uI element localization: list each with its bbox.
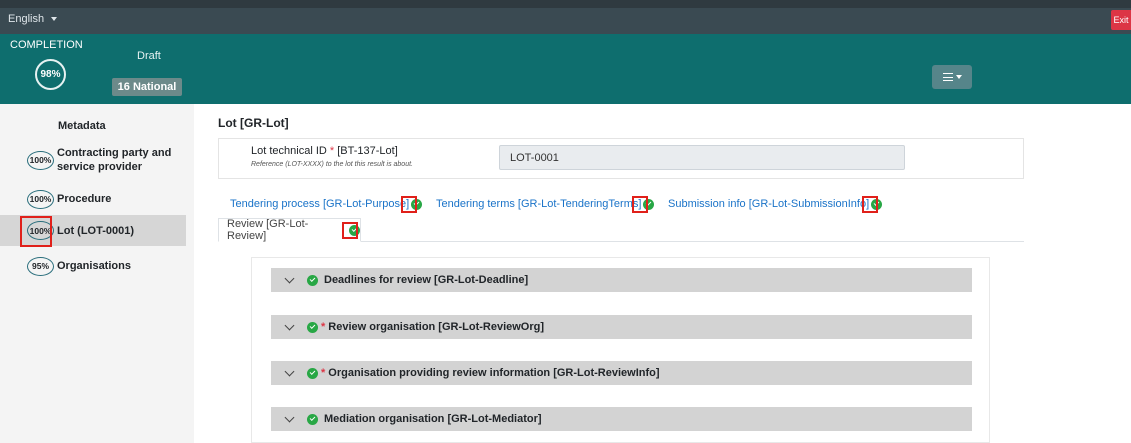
section-label: Organisation providing review informatio… [328, 367, 660, 379]
check-circle-icon [307, 274, 318, 286]
check-circle-icon [307, 367, 318, 379]
section-label: Review organisation [GR-Lot-ReviewOrg] [328, 321, 545, 333]
caret-down-icon [955, 75, 962, 79]
lot-id-label: Lot technical ID * [BT-137-Lot] [251, 145, 398, 157]
required-marker: * [321, 321, 326, 333]
sidebar-item-label: Procedure [57, 193, 112, 205]
highlight-box [401, 196, 417, 213]
section-deadlines-for-review[interactable]: Deadlines for review [GR-Lot-Deadline] [271, 268, 972, 292]
chevron-down-icon [284, 320, 295, 330]
tab-label: Tendering terms [GR-Lot-TenderingTerms] [436, 198, 642, 210]
required-marker: * [321, 367, 326, 379]
tab-label: Review [GR-Lot-Review] [227, 218, 309, 242]
section-label: Deadlines for review [GR-Lot-Deadline] [324, 274, 529, 286]
highlight-box [20, 216, 52, 247]
chevron-down-icon [284, 273, 295, 283]
highlight-box [632, 196, 648, 213]
review-sections-panel: Deadlines for review [GR-Lot-Deadline] *… [251, 257, 990, 443]
language-label: English [8, 13, 45, 25]
completion-header: COMPLETION 98% Draft 16 National [0, 34, 1131, 104]
sidebar-item-label: Lot (LOT-0001) [57, 224, 135, 237]
section-review-organisation[interactable]: * Review organisation [GR-Lot-ReviewOrg] [271, 315, 972, 339]
chevron-down-icon [284, 366, 295, 376]
section-mediation-organisation[interactable]: Mediation organisation [GR-Lot-Mediator] [271, 407, 972, 431]
lot-id-input[interactable]: LOT-0001 [499, 145, 905, 170]
sidebar-item-organisations[interactable]: 95% Organisations [0, 255, 186, 277]
field-label: Lot technical ID [251, 145, 327, 157]
sidebar-item-contracting-party[interactable]: 100% Contracting party and service provi… [0, 144, 186, 176]
sidebar-item-procedure[interactable]: 100% Procedure [0, 188, 186, 210]
progress-badge: 95% [27, 256, 54, 276]
progress-badge: 100% [27, 150, 54, 170]
sliders-icon [942, 73, 953, 81]
page-title: Lot [GR-Lot] [218, 116, 289, 130]
notice-type-badge: 16 National [112, 78, 182, 96]
status-label: Draft [137, 50, 161, 62]
chevron-down-icon [284, 412, 295, 422]
top-bar: English Exit [0, 0, 1131, 34]
highlight-box [862, 196, 878, 213]
required-marker: * [329, 145, 335, 157]
sidebar-item-label: Contracting party and service provider [57, 147, 172, 173]
tab-submission-info[interactable]: Submission info [GR-Lot-SubmissionInfo] [668, 198, 883, 210]
sidebar-item-label: Organisations [57, 260, 131, 272]
tab-tendering-process[interactable]: Tendering process [GR-Lot-Purpose] [230, 198, 423, 210]
language-selector[interactable]: English [8, 13, 58, 25]
tab-label: Submission info [GR-Lot-SubmissionInfo] [668, 198, 870, 210]
check-circle-icon [307, 413, 318, 425]
highlight-box [342, 222, 358, 239]
tab-tendering-terms[interactable]: Tendering terms [GR-Lot-TenderingTerms] [436, 198, 655, 210]
check-circle-icon [307, 321, 318, 333]
field-help-text: Reference (LOT-XXXX) to the lot this res… [251, 161, 413, 168]
display-options-button[interactable] [932, 65, 972, 89]
completion-gauge: 98% [35, 59, 66, 90]
sidebar: Metadata 100% Contracting party and serv… [0, 104, 194, 443]
sidebar-item-metadata[interactable]: Metadata [58, 120, 106, 132]
field-code: [BT-137-Lot] [337, 145, 398, 157]
exit-button[interactable]: Exit [1111, 10, 1131, 30]
tab-label: Tendering process [GR-Lot-Purpose] [230, 198, 410, 210]
tab-divider [361, 241, 1024, 242]
section-review-info-organisation[interactable]: * Organisation providing review informat… [271, 361, 972, 385]
caret-down-icon [51, 17, 58, 21]
tab-review[interactable]: Review [GR-Lot-Review] [218, 218, 361, 242]
lot-id-panel: Lot technical ID * [BT-137-Lot] Referenc… [218, 138, 1024, 179]
progress-badge: 100% [27, 189, 54, 209]
completion-label: COMPLETION [10, 39, 83, 51]
section-label: Mediation organisation [GR-Lot-Mediator] [324, 413, 542, 425]
